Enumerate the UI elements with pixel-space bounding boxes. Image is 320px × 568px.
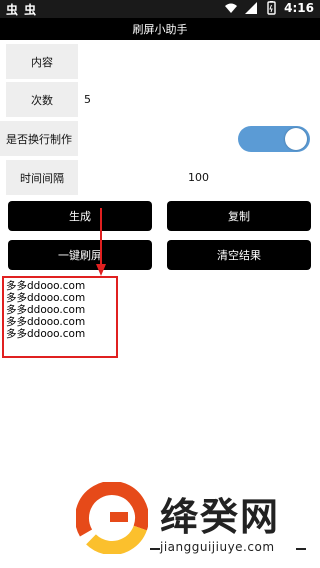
watermark-dash-left bbox=[150, 548, 160, 550]
result-line: 多多ddooo.com bbox=[6, 280, 86, 292]
status-right: 4:16 bbox=[224, 1, 314, 15]
app-title-bar: 刷屏小助手 bbox=[0, 18, 320, 40]
newline-toggle[interactable] bbox=[238, 126, 310, 152]
app-title: 刷屏小助手 bbox=[132, 23, 188, 36]
signal-icon bbox=[245, 2, 258, 14]
content-row: 内容 bbox=[0, 44, 320, 79]
clear-button[interactable]: 清空结果 bbox=[167, 240, 311, 270]
wifi-icon bbox=[225, 3, 238, 13]
count-input[interactable]: 5 bbox=[84, 82, 314, 117]
toggle-knob bbox=[285, 128, 307, 150]
generate-button[interactable]: 生成 bbox=[8, 201, 152, 231]
count-label: 次数 bbox=[6, 82, 78, 117]
interval-row: 时间间隔 100 bbox=[0, 160, 320, 195]
result-output: 多多ddooo.com 多多ddooo.com 多多ddooo.com 多多dd… bbox=[6, 280, 106, 342]
result-line: 多多ddooo.com bbox=[6, 304, 86, 316]
interval-label: 时间间隔 bbox=[6, 160, 78, 195]
interval-input[interactable]: 100 bbox=[188, 160, 308, 195]
count-row: 次数 5 bbox=[0, 82, 320, 117]
content-label: 内容 bbox=[6, 44, 78, 79]
result-line: 多多ddooo.com bbox=[6, 316, 86, 328]
notification-icons: 虫 虫 bbox=[6, 3, 38, 17]
watermark-dash-right bbox=[296, 548, 306, 550]
result-line: 多多ddooo.com bbox=[6, 292, 86, 304]
watermark-name: 绛癸网 bbox=[160, 495, 281, 539]
clock: 4:16 bbox=[284, 1, 314, 15]
one-click-button[interactable]: 一键刷屏 bbox=[8, 240, 152, 270]
battery-icon bbox=[267, 1, 276, 15]
newline-label: 是否换行制作 bbox=[0, 121, 78, 156]
content-input[interactable] bbox=[84, 44, 314, 79]
annotation-arrow bbox=[96, 208, 106, 276]
watermark-url: jiangguijiuye.com bbox=[160, 540, 275, 554]
status-bar: 虫 虫 4:16 bbox=[0, 0, 320, 18]
copy-button[interactable]: 复制 bbox=[167, 201, 311, 231]
watermark-logo bbox=[76, 482, 148, 554]
result-line: 多多ddooo.com bbox=[6, 328, 86, 340]
newline-row: 是否换行制作 bbox=[0, 121, 320, 156]
